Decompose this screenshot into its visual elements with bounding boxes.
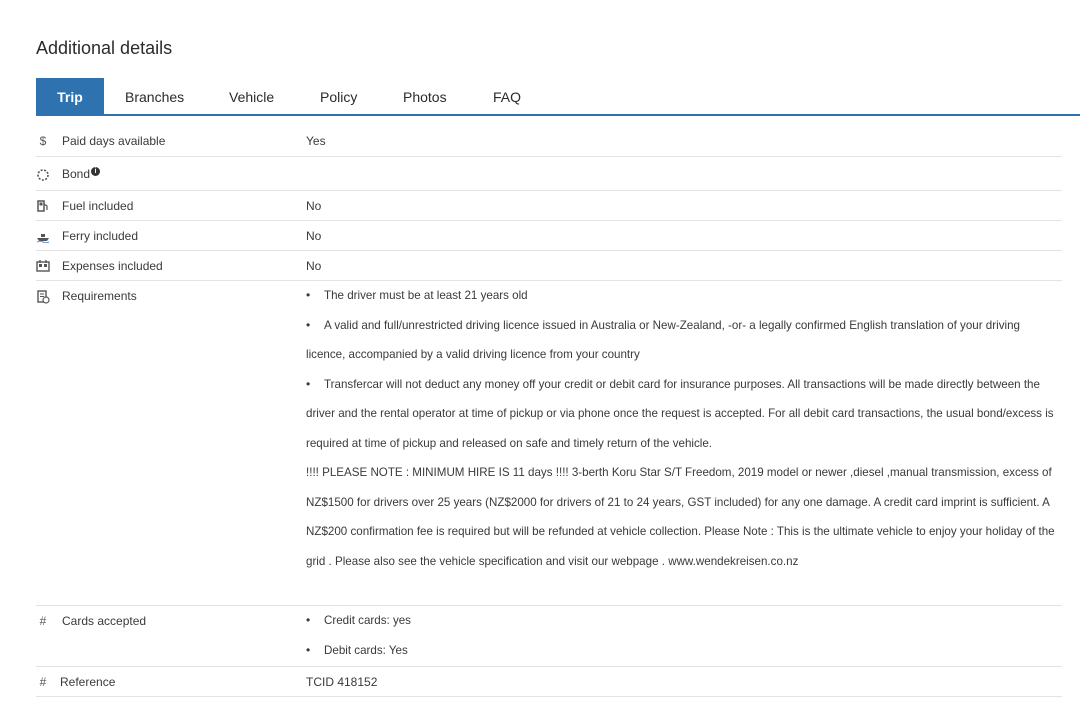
info-icon[interactable]: i bbox=[91, 167, 101, 176]
row-label: Fuel included bbox=[62, 199, 134, 213]
row-expenses: Expenses included No bbox=[36, 251, 1062, 281]
list-item: Debit cards: Yes bbox=[306, 636, 1056, 666]
row-value: No bbox=[306, 259, 322, 273]
dollar-icon: $ bbox=[39, 134, 47, 148]
list-item: A valid and full/unrestricted driving li… bbox=[306, 311, 1056, 370]
row-label: Ferry included bbox=[62, 229, 139, 243]
tab-policy[interactable]: Policy bbox=[320, 78, 357, 114]
list-item: Transfercar will not deduct any money of… bbox=[306, 370, 1056, 459]
row-value: No bbox=[306, 199, 322, 213]
expenses-icon bbox=[36, 259, 50, 273]
ferry-icon bbox=[36, 229, 50, 243]
row-cards: # Cards accepted Credit cards: yes Debit… bbox=[36, 606, 1062, 667]
row-reference: # Reference TCID 418152 bbox=[36, 667, 1062, 697]
row-value: TCID 418152 bbox=[306, 675, 378, 689]
gear-icon bbox=[36, 168, 50, 182]
row-label: Expenses included bbox=[62, 259, 163, 273]
requirements-list: The driver must be at least 21 years old… bbox=[306, 281, 1056, 576]
row-label: Requirements bbox=[62, 289, 137, 303]
tab-trip[interactable]: Trip bbox=[36, 78, 104, 114]
section-title: Additional details bbox=[36, 38, 173, 58]
tab-branches[interactable]: Branches bbox=[125, 78, 184, 114]
row-requirements: Requirements The driver must be at least… bbox=[36, 281, 1062, 606]
list-item: Credit cards: yes bbox=[306, 606, 1056, 636]
row-paid-days: $ Paid days available Yes bbox=[36, 126, 1062, 157]
row-label: Paid days available bbox=[62, 134, 166, 148]
row-value: No bbox=[306, 229, 322, 243]
cards-list: Credit cards: yes Debit cards: Yes bbox=[306, 606, 1056, 665]
fuel-pump-icon bbox=[36, 199, 50, 213]
list-item: The driver must be at least 21 years old bbox=[306, 281, 1056, 311]
row-ferry: Ferry included No bbox=[36, 221, 1062, 251]
row-label: Reference bbox=[60, 675, 116, 689]
row-label: Bond i bbox=[62, 167, 101, 181]
tab-photos[interactable]: Photos bbox=[403, 78, 447, 114]
hash-icon: # bbox=[39, 614, 47, 628]
tab-bar: Trip Branches Vehicle Policy Photos FAQ bbox=[36, 78, 1080, 116]
hash-icon: # bbox=[39, 675, 47, 689]
requirements-icon bbox=[36, 290, 50, 304]
tab-faq[interactable]: FAQ bbox=[493, 78, 521, 114]
row-bond: Bond i bbox=[36, 157, 1062, 191]
row-value: Yes bbox=[306, 134, 326, 148]
tab-vehicle[interactable]: Vehicle bbox=[229, 78, 274, 114]
bond-label: Bond bbox=[62, 167, 91, 181]
row-label: Cards accepted bbox=[62, 614, 147, 628]
row-fuel: Fuel included No bbox=[36, 191, 1062, 221]
requirements-note: !!!! PLEASE NOTE : MINIMUM HIRE IS 11 da… bbox=[306, 466, 1055, 568]
